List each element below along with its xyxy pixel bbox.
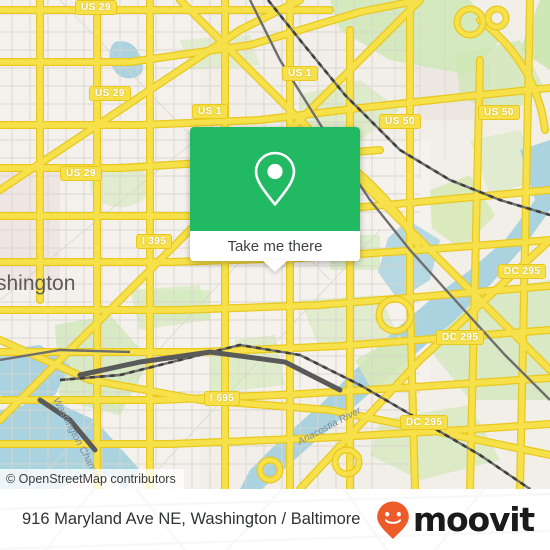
footer-address: 916 Maryland Ave NE, Washington / Baltim… [22,510,361,528]
road-shield: DC 295 [498,264,547,279]
road-shield: I 395 [136,234,173,249]
moovit-pin-icon [377,501,409,539]
footer-bar: 916 Maryland Ave NE, Washington / Baltim… [0,489,550,550]
callout-header [190,127,360,231]
screenshot-root: US 29 US 1 US 29 US 1 US 50 US 50 US 29 … [0,0,550,550]
location-callout-card[interactable]: Take me there [190,127,360,272]
road-shield: I 695 [204,391,241,406]
take-me-there-label: Take me there [227,237,323,255]
take-me-there-button[interactable]: Take me there [190,231,360,261]
road-shield: US 1 [282,66,318,81]
road-shield: US 50 [478,105,520,120]
road-shield: US 50 [379,114,421,129]
place-label-washington: shington [0,272,76,295]
moovit-wordmark: moovit [412,499,535,539]
road-shield: DC 295 [436,330,485,345]
road-shield: US 29 [60,166,102,181]
moovit-logo[interactable]: moovit [375,489,535,550]
map-canvas[interactable]: US 29 US 1 US 29 US 1 US 50 US 50 US 29 … [0,0,550,489]
map-pin-icon [254,151,296,206]
road-shield: US 29 [75,0,117,15]
osm-attribution[interactable]: © OpenStreetMap contributors [0,469,184,489]
callout-pointer-tail [262,260,288,272]
road-shield: US 29 [89,86,131,101]
road-shield: US 1 [192,104,228,119]
road-shield: DC 295 [400,415,449,430]
